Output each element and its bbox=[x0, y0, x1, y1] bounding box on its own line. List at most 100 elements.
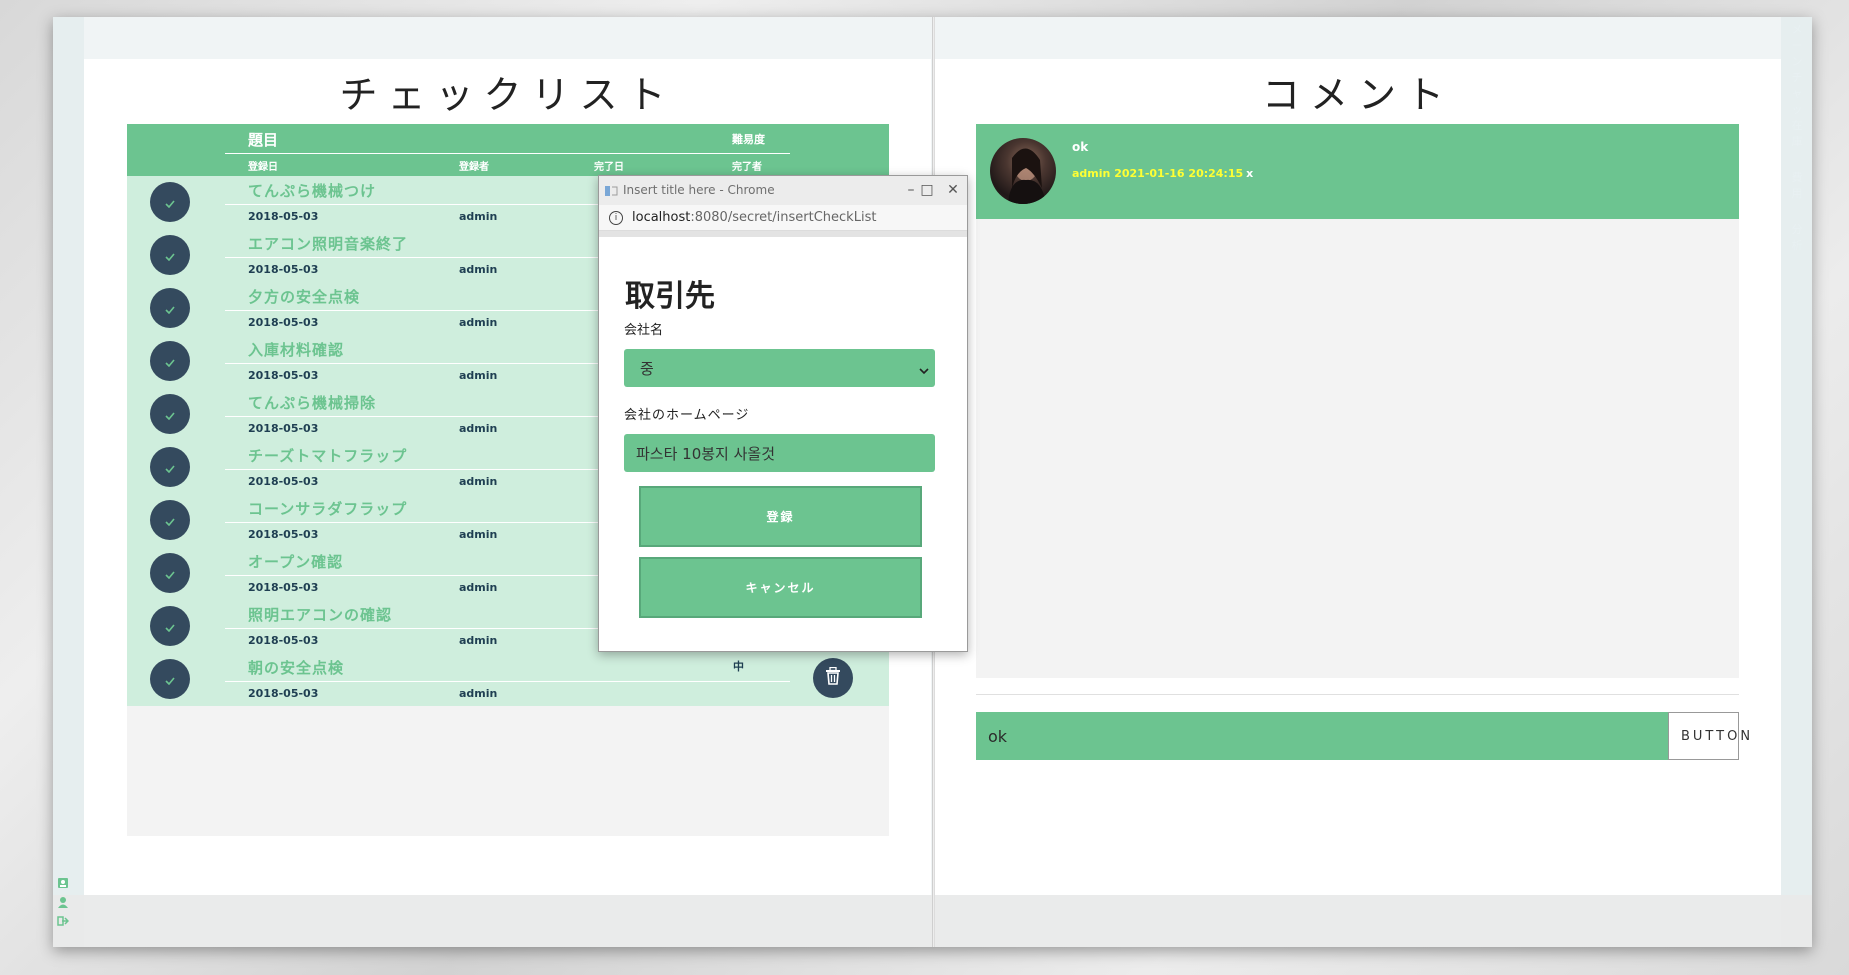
vertical-side-menu[interactable]: メ ー ン チ ャ ッ 在 庫 費 用 分 析 bbox=[1787, 24, 1807, 252]
check-icon bbox=[165, 670, 175, 689]
row-date: 2018-05-03 bbox=[248, 316, 319, 329]
popup-titlebar[interactable]: Insert title here - Chrome – □ ✕ bbox=[599, 176, 967, 205]
row-title[interactable]: オープン確認 bbox=[248, 551, 343, 572]
row-user: admin bbox=[459, 475, 498, 488]
info-icon[interactable]: i bbox=[609, 211, 623, 225]
side-menu-char: ン bbox=[1791, 55, 1803, 68]
row-title[interactable]: てんぷら機械つけ bbox=[248, 180, 376, 201]
popup-window-title: Insert title here - Chrome bbox=[623, 183, 775, 197]
company-name-value: 중 bbox=[640, 359, 654, 378]
comment-list: ok admin 2021-01-16 20:24:15 x bbox=[976, 124, 1739, 678]
header-registrant: 登録者 bbox=[459, 162, 489, 173]
check-button[interactable] bbox=[150, 606, 190, 646]
row-user: admin bbox=[459, 316, 498, 329]
row-user: admin bbox=[459, 263, 498, 276]
comment-meta: admin 2021-01-16 20:24:15 x bbox=[1072, 167, 1253, 180]
comment-divider bbox=[976, 694, 1739, 695]
popup-heading: 取引先 bbox=[625, 279, 715, 314]
check-button[interactable] bbox=[150, 288, 190, 328]
row-date: 2018-05-03 bbox=[248, 369, 319, 382]
chevron-down-icon bbox=[919, 361, 929, 379]
close-icon[interactable]: ✕ bbox=[943, 180, 963, 200]
check-button[interactable] bbox=[150, 341, 190, 381]
popup-window: Insert title here - Chrome – □ ✕ i local… bbox=[598, 175, 968, 652]
trash-icon bbox=[825, 666, 841, 689]
url-path: :8080/secret/insertCheckList bbox=[690, 210, 877, 225]
row-user: admin bbox=[459, 210, 498, 223]
address-bar[interactable]: i localhost:8080/secret/insertCheckList bbox=[599, 205, 967, 231]
row-title[interactable]: 照明エアコンの確認 bbox=[248, 604, 392, 625]
company-name-select[interactable]: 중 bbox=[624, 349, 935, 387]
contact-book-icon[interactable] bbox=[56, 876, 70, 890]
side-icon-group bbox=[56, 876, 74, 933]
logout-icon[interactable] bbox=[56, 914, 70, 928]
side-menu-char: 庫 bbox=[1791, 135, 1803, 148]
row-title[interactable]: 夕方の安全点検 bbox=[248, 286, 360, 307]
comment-text: ok bbox=[1072, 140, 1089, 154]
homepage-label: 会社のホームページ bbox=[624, 408, 750, 423]
table-header: 題目 難易度 登録日 登録者 完了日 完了者 bbox=[127, 124, 889, 176]
side-menu-char: 在 bbox=[1791, 119, 1803, 132]
check-icon bbox=[165, 617, 175, 636]
row-user: admin bbox=[459, 581, 498, 594]
row-title[interactable]: 入庫材料確認 bbox=[248, 339, 344, 360]
row-title[interactable]: コーンサラダフラップ bbox=[248, 498, 407, 519]
user-icon[interactable] bbox=[56, 895, 70, 909]
side-menu-char: ー bbox=[1791, 39, 1803, 52]
check-button[interactable] bbox=[150, 235, 190, 275]
comment-input[interactable]: ok bbox=[976, 712, 1668, 760]
side-menu-char: 用 bbox=[1791, 187, 1803, 200]
maximize-icon[interactable]: □ bbox=[917, 180, 937, 200]
row-user: admin bbox=[459, 687, 498, 700]
row-user: admin bbox=[459, 369, 498, 382]
row-user: admin bbox=[459, 634, 498, 647]
url-text[interactable]: localhost:8080/secret/insertCheckList bbox=[632, 210, 876, 225]
row-user: admin bbox=[459, 422, 498, 435]
avatar bbox=[990, 138, 1056, 204]
row-date: 2018-05-03 bbox=[248, 210, 319, 223]
row-date: 2018-05-03 bbox=[248, 263, 319, 276]
check-icon bbox=[165, 193, 175, 212]
row-divider bbox=[225, 681, 790, 682]
side-menu-char: ッ bbox=[1791, 103, 1803, 116]
row-title[interactable]: 朝の安全点検 bbox=[248, 657, 344, 678]
company-name-label: 会社名 bbox=[624, 323, 664, 338]
check-button[interactable] bbox=[150, 447, 190, 487]
row-title[interactable]: チーズトマトフラップ bbox=[248, 445, 407, 466]
side-menu-char: メ bbox=[1791, 23, 1803, 36]
row-title[interactable]: てんぷら機械掃除 bbox=[248, 392, 376, 413]
delete-button[interactable] bbox=[813, 658, 853, 698]
check-button[interactable] bbox=[150, 182, 190, 222]
popup-content-border bbox=[599, 231, 967, 237]
side-menu-char: ャ bbox=[1791, 87, 1803, 100]
check-button[interactable] bbox=[150, 500, 190, 540]
check-button[interactable] bbox=[150, 659, 190, 699]
check-icon bbox=[165, 405, 175, 424]
side-menu-char: 費 bbox=[1791, 171, 1803, 184]
row-date: 2018-05-03 bbox=[248, 422, 319, 435]
homepage-input[interactable]: 파스타 10봉지 사올것 bbox=[624, 434, 935, 472]
check-button[interactable] bbox=[150, 394, 190, 434]
comment-submit-button[interactable]: BUTTON bbox=[1668, 712, 1750, 760]
row-user: admin bbox=[459, 528, 498, 541]
row-title[interactable]: エアコン照明音楽終了 bbox=[248, 233, 408, 254]
url-host: localhost bbox=[632, 210, 691, 225]
row-date: 2018-05-03 bbox=[248, 475, 319, 488]
comment-timestamp: 2021-01-16 20:24:15 bbox=[1114, 167, 1244, 180]
header-reg-date: 登録日 bbox=[248, 162, 278, 173]
check-icon bbox=[165, 246, 175, 265]
check-icon bbox=[165, 352, 175, 371]
cancel-button[interactable]: キャンセル bbox=[639, 557, 922, 618]
comment-delete-button[interactable]: x bbox=[1246, 167, 1253, 180]
register-button[interactable]: 登録 bbox=[639, 486, 922, 547]
header-difficulty: 難易度 bbox=[732, 133, 765, 146]
page-icon bbox=[604, 183, 618, 197]
comment-author: admin bbox=[1072, 167, 1111, 180]
side-menu-char: 分 bbox=[1791, 223, 1803, 236]
side-menu-char: チ bbox=[1791, 71, 1803, 84]
header-title: 題目 bbox=[248, 131, 279, 149]
row-date: 2018-05-03 bbox=[248, 634, 319, 647]
table-row[interactable]: 朝の安全点検 2018-05-03 admin 中 bbox=[127, 653, 889, 706]
check-button[interactable] bbox=[150, 553, 190, 593]
row-difficulty: 中 bbox=[733, 660, 744, 673]
